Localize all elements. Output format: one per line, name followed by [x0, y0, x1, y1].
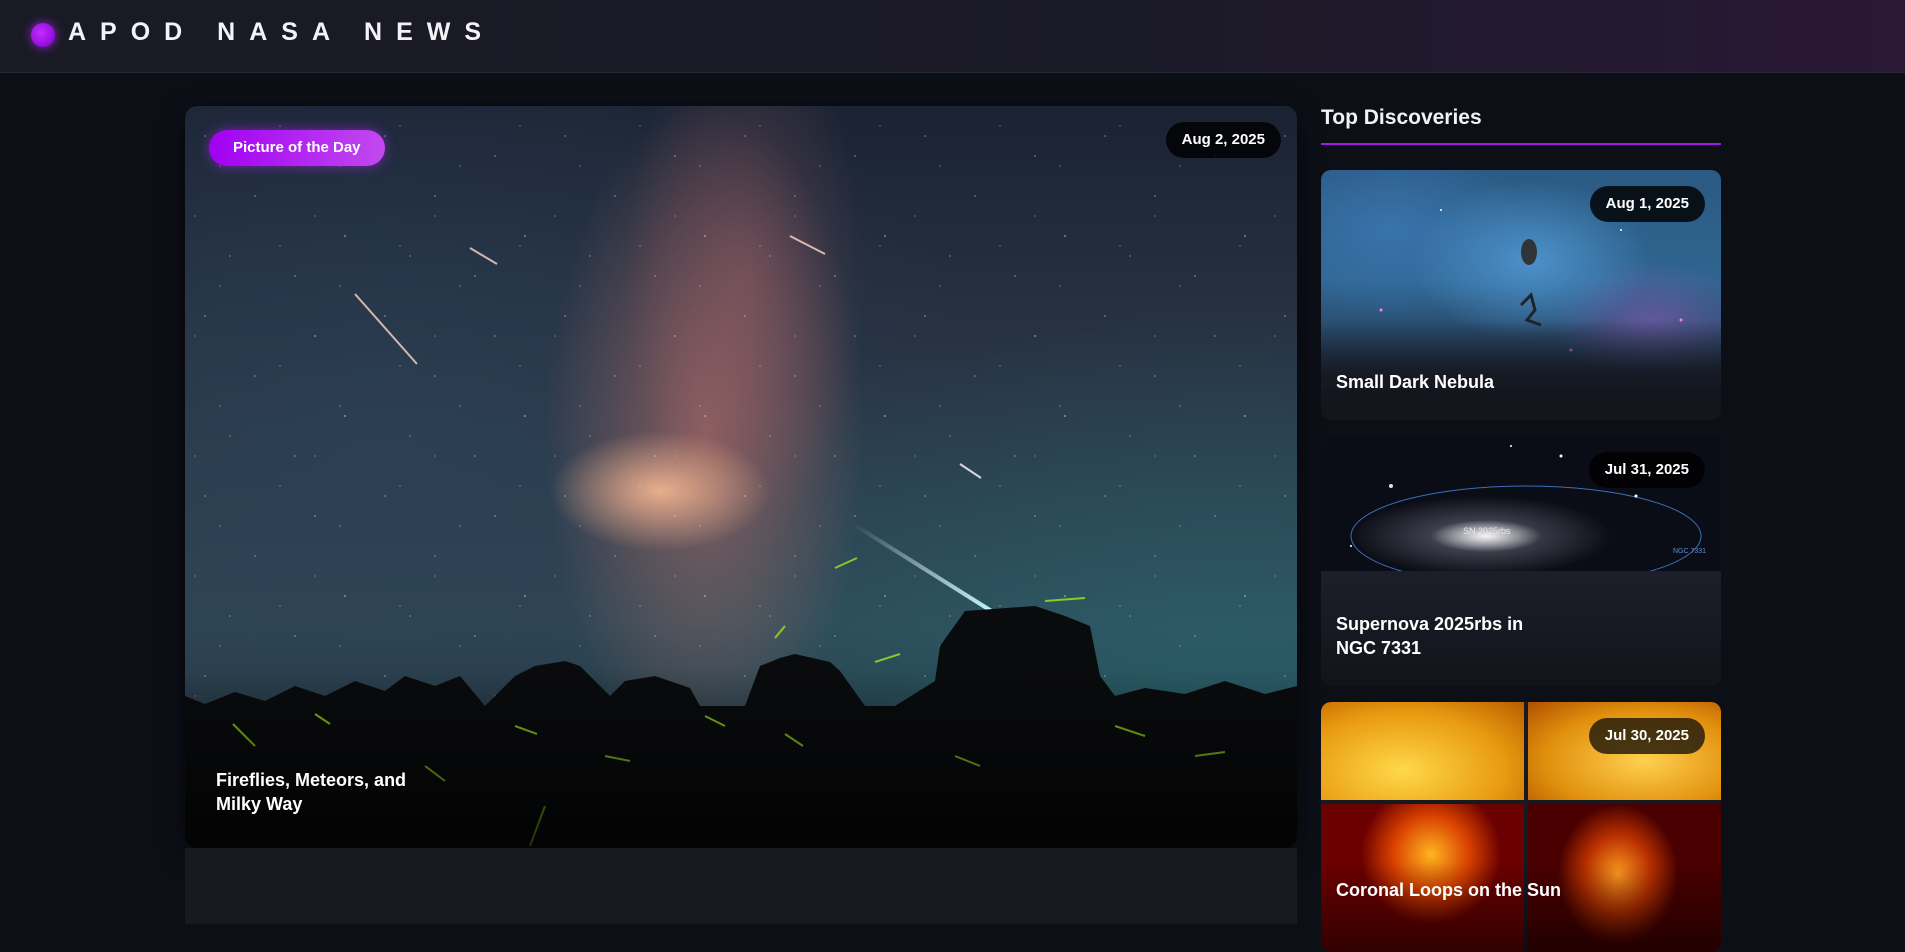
discovery-title: Small Dark Nebula [1336, 372, 1495, 392]
featured-card-footer [185, 848, 1297, 924]
logo-icon[interactable] [31, 23, 55, 47]
discovery-title: Coronal Loops on the Sun [1336, 880, 1561, 900]
discovery-title: Supernova 2025rbs in NGC 7331 [1336, 614, 1524, 658]
discovery-card[interactable]: SN 2025rbs NGC 7331 Jul 31, 2025 Superno… [1321, 436, 1721, 686]
discovery-card[interactable]: Aug 1, 2025 Small Dark Nebula [1321, 170, 1721, 420]
image-annotation-ngc: NGC 7331 [1673, 548, 1707, 555]
featured-card[interactable]: Picture of the Day Aug 2, 2025 Fireflies… [185, 106, 1297, 848]
discovery-date-badge: Jul 31, 2025 [1588, 452, 1705, 488]
discovery-date-badge: Aug 1, 2025 [1589, 186, 1705, 222]
discovery-card[interactable]: Jul 30, 2025 Coronal Loops on the Sun [1321, 702, 1721, 952]
featured-title[interactable]: Fireflies, Meteors, and Milky Way [216, 768, 456, 816]
featured-date-badge: Aug 2, 2025 [1165, 122, 1281, 158]
image-annotation-sn: SN 2025rbs [1463, 526, 1511, 536]
brand-title[interactable]: APOD NASA NEWS [68, 18, 495, 47]
picture-of-the-day-badge[interactable]: Picture of the Day [209, 130, 385, 166]
top-header: APOD NASA NEWS [0, 0, 1905, 73]
sidebar-divider [1321, 143, 1721, 145]
sidebar-title: Top Discoveries [1321, 106, 1482, 129]
discovery-date-badge: Jul 30, 2025 [1588, 718, 1705, 754]
